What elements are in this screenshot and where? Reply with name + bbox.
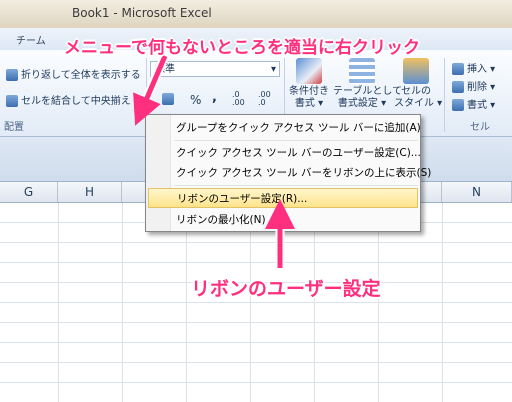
- number-format-select[interactable]: 標準 ▾: [150, 61, 280, 77]
- format-as-table-button[interactable]: テーブルとして 書式設定 ▾: [333, 58, 402, 110]
- column-header-n[interactable]: N: [442, 182, 512, 202]
- title-bar: Book1 - Microsoft Excel: [0, 0, 512, 29]
- menu-item-minimize-ribbon[interactable]: リボンの最小化(N): [172, 210, 418, 230]
- window-title: Book1 - Microsoft Excel: [72, 6, 212, 20]
- increase-decimal-button[interactable]: .0 .00: [232, 91, 252, 107]
- wrap-text-button[interactable]: 折り返して全体を表示する: [6, 66, 141, 81]
- menu-item-add-to-qat[interactable]: グループをクイック アクセス ツール バーに追加(A): [172, 118, 421, 138]
- insert-label: 挿入 ▾: [467, 64, 496, 75]
- currency-icon: [162, 93, 174, 105]
- annotation-top: メニューで何もないところを適当に右クリック: [64, 38, 420, 58]
- insert-button[interactable]: 挿入 ▾: [452, 60, 495, 75]
- context-menu: グループをクイック アクセス ツール バーに追加(A) クイック アクセス ツー…: [145, 114, 431, 232]
- wrap-text-icon: [6, 69, 18, 81]
- grid-line: [442, 203, 443, 402]
- grid-line: [250, 203, 251, 402]
- wrap-text-label: 折り返して全体を表示する: [21, 70, 141, 81]
- currency-button[interactable]: [162, 93, 177, 105]
- grid-line: [58, 203, 59, 402]
- conditional-format-label: 条件付き 書式 ▾: [289, 86, 329, 109]
- format-as-table-icon: [349, 58, 375, 84]
- column-header-h[interactable]: H: [58, 182, 122, 202]
- merge-center-label: セルを結合して中央揃え: [21, 96, 131, 107]
- format-label: 書式 ▾: [467, 100, 496, 111]
- delete-button[interactable]: 削除 ▾: [452, 78, 495, 93]
- merge-center-button[interactable]: セルを結合して中央揃え ▾: [6, 92, 139, 107]
- number-format-dropdown-icon[interactable]: ▾: [271, 62, 276, 78]
- cell-styles-button[interactable]: セルの スタイル ▾: [394, 58, 442, 110]
- grid-line: [122, 203, 123, 402]
- cell-styles-icon: [403, 58, 429, 84]
- grid-line: [186, 203, 187, 402]
- comma-button[interactable]: ,: [212, 90, 217, 105]
- number-format-value: 標準: [155, 64, 175, 75]
- cell-grid[interactable]: [0, 203, 512, 402]
- insert-icon: [452, 63, 464, 75]
- conditional-format-icon: [296, 58, 322, 84]
- menu-item-customize-qat[interactable]: クイック アクセス ツール バーのユーザー設定(C)...: [172, 143, 421, 163]
- menu-gutter: [146, 115, 171, 231]
- menu-item-customize-ribbon[interactable]: リボンのユーザー設定(R)...: [148, 188, 418, 208]
- menu-item-show-qat-above[interactable]: クイック アクセス ツール バーをリボンの上に表示(S): [172, 163, 431, 183]
- merge-dropdown-arrow[interactable]: ▾: [134, 96, 139, 107]
- column-header-g[interactable]: G: [0, 182, 58, 202]
- format-button[interactable]: 書式 ▾: [452, 96, 495, 111]
- decrease-decimal-button[interactable]: .00 .0: [258, 91, 280, 107]
- grid-line: [314, 203, 315, 402]
- format-icon: [452, 99, 464, 111]
- group-alignment-label: 配置: [4, 122, 24, 133]
- merge-center-icon: [6, 95, 18, 107]
- tab-team[interactable]: チーム: [16, 32, 46, 47]
- group-separator: [444, 58, 445, 132]
- group-cells-label: セル: [470, 122, 490, 133]
- cell-styles-label: セルの スタイル ▾: [394, 86, 443, 109]
- percent-button[interactable]: %: [190, 93, 201, 107]
- delete-icon: [452, 81, 464, 93]
- delete-label: 削除 ▾: [467, 82, 496, 93]
- menu-separator: [174, 185, 418, 186]
- conditional-format-button[interactable]: 条件付き 書式 ▾: [286, 58, 332, 110]
- grid-line: [378, 203, 379, 402]
- menu-separator: [174, 140, 418, 141]
- annotation-bottom: リボンのユーザー設定: [191, 278, 381, 300]
